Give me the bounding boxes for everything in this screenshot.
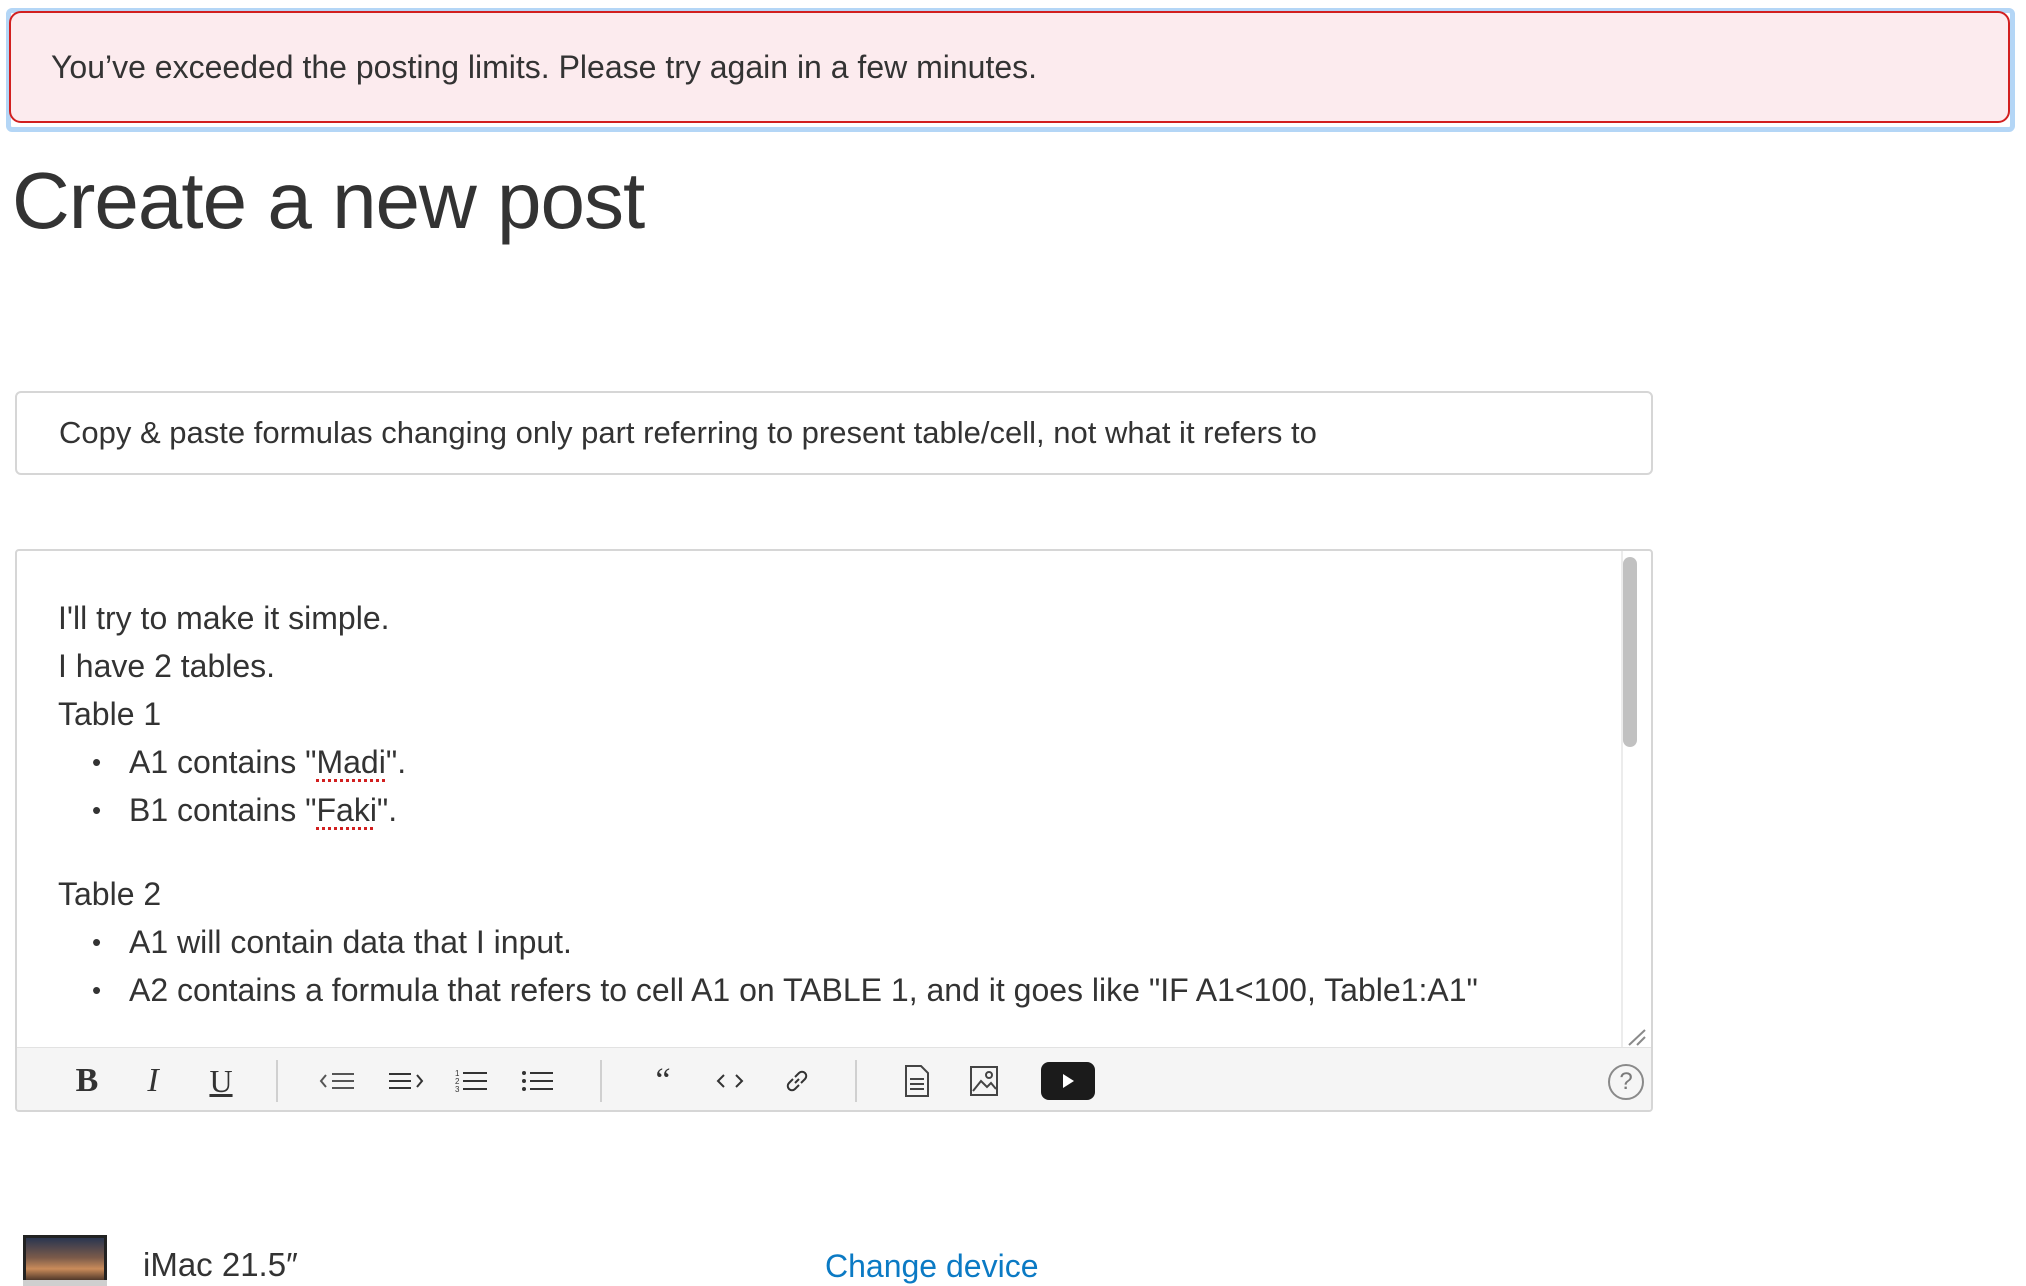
toolbar-divider <box>855 1060 857 1102</box>
image-icon[interactable] <box>961 1058 1007 1104</box>
help-icon[interactable]: ? <box>1608 1064 1644 1100</box>
list-item: A2 contains a formula that refers to cel… <box>58 966 1621 1014</box>
link-icon[interactable] <box>774 1058 820 1104</box>
editor-line: Table 2 <box>58 876 162 912</box>
subject-value: Copy & paste formulas changing only part… <box>59 415 1317 450</box>
list-item: A1 contains "Madi". <box>58 738 1621 786</box>
video-icon[interactable] <box>1041 1062 1095 1100</box>
editor-line: I have 2 tables. <box>58 648 276 684</box>
list-item: A1 will contain data that I input. <box>58 918 1621 966</box>
numbered-list-icon[interactable]: 1 2 3 <box>449 1058 495 1104</box>
editor-line: Table 1 <box>58 696 162 732</box>
outdent-icon[interactable] <box>315 1058 361 1104</box>
device-name: iMac 21.5″ <box>143 1246 298 1283</box>
quote-icon[interactable]: “ <box>640 1058 686 1104</box>
list-item: B1 contains "Faki". <box>58 786 1621 834</box>
subject-input[interactable]: Copy & paste formulas changing only part… <box>15 391 1653 475</box>
italic-button[interactable]: I <box>130 1058 176 1104</box>
toolbar-divider <box>276 1060 278 1102</box>
document-icon[interactable] <box>894 1058 940 1104</box>
underline-button[interactable]: U <box>198 1058 244 1104</box>
editor-toolbar: B I U 1 2 3 “ ? <box>17 1047 1651 1110</box>
resize-handle-icon[interactable] <box>1625 1027 1647 1047</box>
misspelled-word[interactable]: Faki <box>316 792 376 828</box>
misspelled-word[interactable]: Madi <box>316 744 385 780</box>
device-image-stand <box>23 1280 107 1286</box>
code-icon[interactable] <box>707 1058 753 1104</box>
editor-line: I'll try to make it simple. <box>58 600 390 636</box>
bullet-list: A1 will contain data that I input. A2 co… <box>58 918 1621 1014</box>
bullet-list: A1 contains "Madi". B1 contains "Faki". <box>58 738 1621 834</box>
change-device-link[interactable]: Change device <box>825 1248 1038 1285</box>
bulleted-list-icon[interactable] <box>515 1058 561 1104</box>
alert-message: You’ve exceeded the posting limits. Plea… <box>51 48 1038 85</box>
page-title: Create a new post <box>12 156 645 245</box>
post-editor[interactable]: I'll try to make it simple. I have 2 tab… <box>15 549 1653 1112</box>
editor-body[interactable]: I'll try to make it simple. I have 2 tab… <box>17 551 1621 1047</box>
device-image <box>23 1235 107 1286</box>
toolbar-divider <box>600 1060 602 1102</box>
indent-icon[interactable] <box>383 1058 429 1104</box>
error-alert: You’ve exceeded the posting limits. Plea… <box>9 11 2010 123</box>
svg-text:3: 3 <box>455 1085 460 1094</box>
editor-scrollbar[interactable] <box>1623 557 1637 747</box>
bold-button[interactable]: B <box>64 1058 110 1104</box>
